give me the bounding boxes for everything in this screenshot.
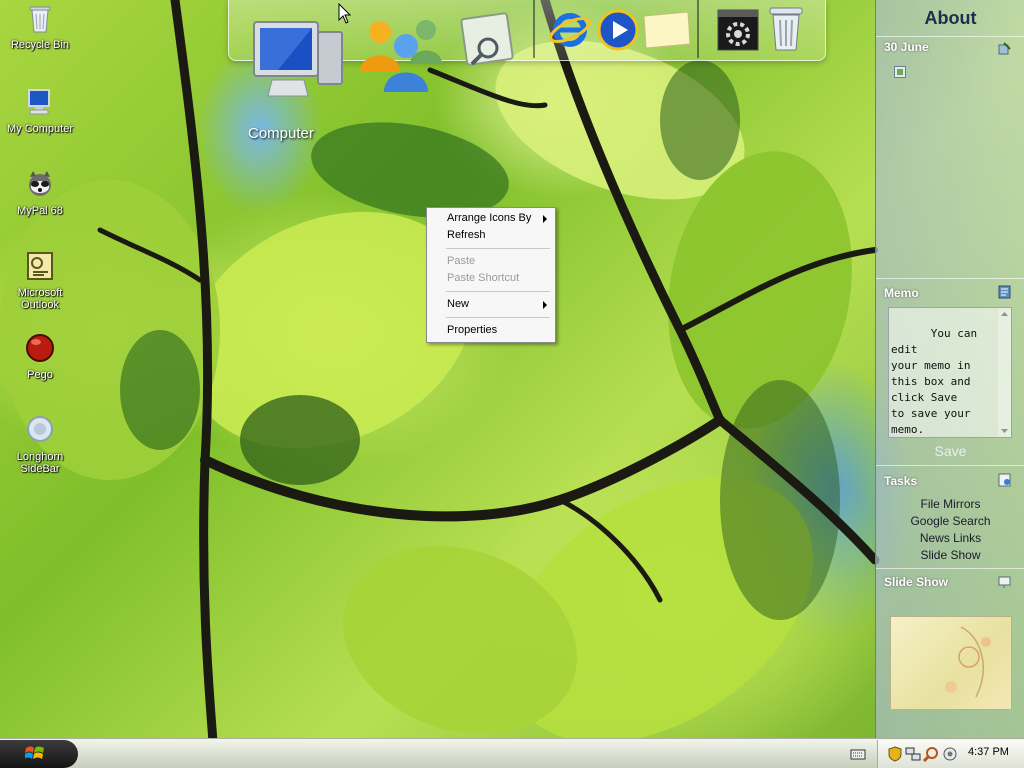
task-google-search[interactable]: Google Search bbox=[876, 514, 1024, 528]
windows-logo-icon bbox=[25, 746, 44, 759]
sidebar-divider bbox=[876, 465, 1024, 466]
desktop-icon-label: Microsoft Outlook bbox=[17, 287, 63, 311]
desktop-icon-longhorn-sidebar[interactable]: Longhorn SideBar bbox=[2, 414, 78, 475]
memo-save-button[interactable]: Save bbox=[876, 443, 1024, 459]
desktop-icon-mypal[interactable]: MyPal 68 bbox=[2, 168, 78, 217]
red-ball-icon bbox=[26, 334, 54, 362]
desktop-icon-outlook[interactable]: Microsoft Outlook bbox=[2, 250, 78, 311]
recycle-bin-icon bbox=[29, 6, 51, 33]
menu-item-label: Properties bbox=[447, 324, 498, 336]
tasks-icon[interactable] bbox=[998, 473, 1012, 487]
memo-title: Memo bbox=[884, 286, 919, 300]
sidebar-title: About bbox=[924, 8, 977, 28]
network-icon[interactable] bbox=[905, 746, 921, 762]
desktop-icon-label: MyPal 68 bbox=[17, 205, 63, 217]
dock-computer-label: Computer bbox=[248, 125, 314, 142]
task-file-mirrors[interactable]: File Mirrors bbox=[876, 497, 1024, 511]
settings-icon[interactable] bbox=[716, 8, 760, 52]
keyboard-icon[interactable] bbox=[850, 747, 866, 761]
sidebar-divider bbox=[876, 36, 1024, 37]
raccoon-icon bbox=[29, 171, 51, 196]
menu-item-label: New bbox=[447, 298, 470, 310]
my-computer-icon bbox=[28, 89, 50, 115]
desktop-icon-label: Pego bbox=[27, 369, 53, 381]
desktop-icon-label: My Computer bbox=[6, 123, 74, 135]
menu-item-label: Arrange Icons By bbox=[447, 212, 532, 224]
menu-item-new[interactable]: New bbox=[428, 296, 554, 313]
menu-item-label: Refresh bbox=[447, 229, 486, 241]
sidebar-divider bbox=[876, 568, 1024, 569]
dock-separator bbox=[533, 0, 535, 58]
search-icon[interactable] bbox=[458, 8, 520, 70]
outlook-icon bbox=[27, 252, 53, 280]
submenu-arrow-icon bbox=[543, 215, 547, 223]
sidebar-icon bbox=[27, 416, 53, 442]
internet-explorer-icon[interactable] bbox=[548, 8, 592, 52]
notes-icon[interactable] bbox=[642, 10, 692, 50]
longhorn-sidebar: About 30 June Memo You can edit your mem… bbox=[875, 0, 1024, 738]
menu-item-arrange-icons-by[interactable]: Arrange Icons By bbox=[428, 210, 554, 227]
slideshow-image[interactable] bbox=[890, 616, 1012, 710]
menu-item-paste-shortcut: Paste Shortcut bbox=[428, 270, 554, 287]
search-icon[interactable] bbox=[923, 746, 939, 762]
flower-illustration bbox=[945, 626, 991, 698]
start-button[interactable] bbox=[0, 740, 78, 768]
wallpaper-image bbox=[0, 0, 880, 768]
menu-item-label: Paste Shortcut bbox=[447, 272, 520, 284]
menu-separator bbox=[446, 248, 550, 249]
desktop-icon-my-computer[interactable]: My Computer bbox=[2, 86, 78, 135]
menu-item-properties[interactable]: Properties bbox=[428, 322, 554, 339]
desktop-icon-label: Longhorn SideBar bbox=[16, 451, 64, 475]
taskbar: 4:37 PM bbox=[0, 738, 1024, 768]
tasks-title: Tasks bbox=[884, 474, 918, 488]
calendar-date: 30 June bbox=[884, 40, 929, 54]
menu-item-label: Paste bbox=[447, 255, 476, 267]
menu-separator bbox=[446, 291, 550, 292]
memo-scrollbar[interactable] bbox=[998, 308, 1011, 437]
dock-separator bbox=[697, 0, 699, 58]
mouse-cursor bbox=[338, 3, 352, 24]
task-slide-show[interactable]: Slide Show bbox=[876, 548, 1024, 562]
desktop[interactable]: Recycle Bin My Computer MyPal 68 Microso… bbox=[0, 0, 1024, 768]
users-icon[interactable] bbox=[352, 16, 448, 98]
slideshow-title: Slide Show bbox=[884, 575, 949, 589]
sidebar-divider bbox=[876, 278, 1024, 279]
computer-icon[interactable] bbox=[248, 18, 348, 104]
desktop-context-menu: Arrange Icons By Refresh Paste Paste Sho… bbox=[426, 207, 556, 343]
task-news-links[interactable]: News Links bbox=[876, 531, 1024, 545]
shield-icon[interactable] bbox=[888, 746, 902, 762]
memo-textarea[interactable]: You can edit your memo in this box and c… bbox=[888, 307, 1012, 438]
notepad-icon[interactable] bbox=[998, 285, 1012, 299]
memo-text: You can edit your memo in this box and c… bbox=[891, 327, 978, 436]
recycle-bin-icon[interactable] bbox=[766, 4, 806, 54]
slideshow-icon[interactable] bbox=[998, 575, 1012, 589]
menu-separator bbox=[446, 317, 550, 318]
desktop-icon-pego[interactable]: Pego bbox=[2, 332, 78, 381]
taskbar-clock[interactable]: 4:37 PM bbox=[968, 746, 1009, 758]
volume-icon[interactable] bbox=[942, 746, 958, 762]
media-player-icon[interactable] bbox=[596, 8, 640, 52]
desktop-icon-label: Recycle Bin bbox=[10, 39, 70, 51]
menu-item-refresh[interactable]: Refresh bbox=[428, 227, 554, 244]
pin-icon[interactable] bbox=[998, 41, 1012, 55]
picture-icon bbox=[894, 66, 906, 78]
menu-item-paste: Paste bbox=[428, 253, 554, 270]
submenu-arrow-icon bbox=[543, 301, 547, 309]
desktop-icon-recycle-bin[interactable]: Recycle Bin bbox=[2, 2, 78, 51]
